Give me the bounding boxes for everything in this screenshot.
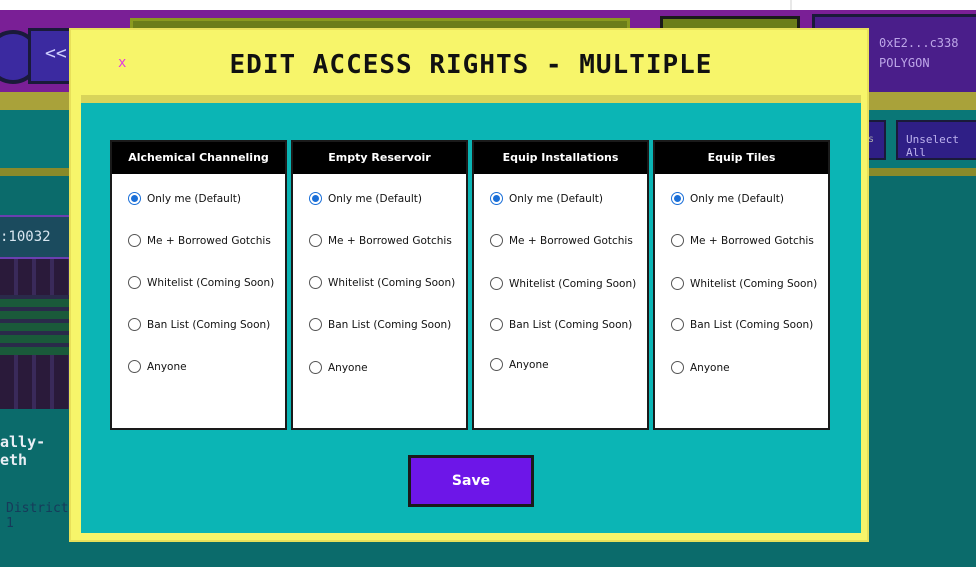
radio-button[interactable] bbox=[128, 360, 141, 373]
parcel-image-detail bbox=[0, 295, 70, 355]
wallet-address: 0xE2...c338 bbox=[879, 36, 959, 50]
option-only-me[interactable]: Only me (Default) bbox=[128, 192, 241, 205]
option-whitelist[interactable]: Whitelist (Coming Soon) bbox=[128, 276, 274, 289]
radio-button[interactable] bbox=[671, 361, 684, 374]
modal-body: Alchemical Channeling Only me (Default) … bbox=[81, 103, 861, 533]
option-label: Only me (Default) bbox=[690, 192, 784, 205]
option-only-me[interactable]: Only me (Default) bbox=[671, 192, 784, 205]
column-title: Empty Reservoir bbox=[293, 142, 466, 174]
option-label: Me + Borrowed Gotchis bbox=[509, 234, 633, 247]
radio-button[interactable] bbox=[309, 192, 322, 205]
radio-button[interactable] bbox=[309, 276, 322, 289]
top-strip bbox=[0, 0, 976, 10]
option-me-borrowed[interactable]: Me + Borrowed Gotchis bbox=[309, 234, 452, 247]
radio-button[interactable] bbox=[671, 318, 684, 331]
option-anyone[interactable]: Anyone bbox=[490, 358, 549, 371]
option-label: Whitelist (Coming Soon) bbox=[328, 276, 456, 289]
column-title: Equip Tiles bbox=[655, 142, 828, 174]
option-anyone[interactable]: Anyone bbox=[671, 361, 730, 374]
wallet-network: POLYGON bbox=[879, 56, 930, 70]
option-only-me[interactable]: Only me (Default) bbox=[309, 192, 422, 205]
radio-button[interactable] bbox=[490, 358, 503, 371]
save-button[interactable]: Save bbox=[408, 455, 534, 507]
option-ban-list[interactable]: Ban List (Coming Soon) bbox=[309, 318, 451, 331]
column-title: Alchemical Channeling bbox=[112, 142, 285, 174]
option-ban-list[interactable]: Ban List (Coming Soon) bbox=[671, 318, 813, 331]
option-label: Me + Borrowed Gotchis bbox=[690, 234, 814, 247]
option-anyone[interactable]: Anyone bbox=[309, 361, 368, 374]
edit-access-rights-modal: x EDIT ACCESS RIGHTS - MULTIPLE Alchemic… bbox=[69, 28, 869, 542]
option-only-me[interactable]: Only me (Default) bbox=[490, 192, 603, 205]
option-label: Whitelist (Coming Soon) bbox=[147, 276, 275, 289]
option-label: Anyone bbox=[147, 360, 187, 373]
option-whitelist[interactable]: Whitelist (Coming Soon) bbox=[671, 277, 817, 290]
option-label: Ban List (Coming Soon) bbox=[328, 318, 452, 331]
radio-button[interactable] bbox=[490, 277, 503, 290]
option-whitelist[interactable]: Whitelist (Coming Soon) bbox=[309, 276, 455, 289]
parcel-district: District: 1 bbox=[6, 501, 77, 531]
radio-button[interactable] bbox=[128, 318, 141, 331]
strip-divider bbox=[790, 0, 792, 10]
option-label: Only me (Default) bbox=[328, 192, 422, 205]
option-label: Me + Borrowed Gotchis bbox=[147, 234, 271, 247]
parcel-id: :10032 bbox=[0, 215, 70, 259]
parcel-name: ally-eth bbox=[0, 433, 46, 469]
radio-button[interactable] bbox=[128, 276, 141, 289]
radio-button[interactable] bbox=[671, 234, 684, 247]
column-title: Equip Installations bbox=[474, 142, 647, 174]
option-ban-list[interactable]: Ban List (Coming Soon) bbox=[128, 318, 270, 331]
radio-button[interactable] bbox=[671, 192, 684, 205]
radio-button[interactable] bbox=[128, 234, 141, 247]
access-column-equip-tiles: Equip Tiles Only me (Default) Me + Borro… bbox=[653, 140, 830, 430]
option-label: Ban List (Coming Soon) bbox=[147, 318, 271, 331]
parcel-card[interactable]: :10032 ally-eth District: 1 bbox=[0, 215, 76, 535]
option-label: Ban List (Coming Soon) bbox=[690, 318, 814, 331]
option-anyone[interactable]: Anyone bbox=[128, 360, 187, 373]
option-label: Only me (Default) bbox=[509, 192, 603, 205]
access-column-empty-reservoir: Empty Reservoir Only me (Default) Me + B… bbox=[291, 140, 468, 430]
option-ban-list[interactable]: Ban List (Coming Soon) bbox=[490, 318, 632, 331]
access-column-equip-installations: Equip Installations Only me (Default) Me… bbox=[472, 140, 649, 430]
option-label: Anyone bbox=[328, 361, 368, 374]
modal-title: EDIT ACCESS RIGHTS - MULTIPLE bbox=[229, 50, 713, 80]
option-whitelist[interactable]: Whitelist (Coming Soon) bbox=[490, 277, 636, 290]
option-label: Whitelist (Coming Soon) bbox=[509, 277, 637, 290]
modal-divider bbox=[81, 95, 861, 103]
radio-button[interactable] bbox=[490, 318, 503, 331]
radio-button[interactable] bbox=[309, 318, 322, 331]
option-label: Anyone bbox=[509, 358, 549, 371]
radio-button[interactable] bbox=[309, 361, 322, 374]
option-me-borrowed[interactable]: Me + Borrowed Gotchis bbox=[490, 234, 633, 247]
radio-button[interactable] bbox=[309, 234, 322, 247]
access-column-alchemical-channeling: Alchemical Channeling Only me (Default) … bbox=[110, 140, 287, 430]
option-label: Anyone bbox=[690, 361, 730, 374]
radio-button[interactable] bbox=[490, 192, 503, 205]
option-me-borrowed[interactable]: Me + Borrowed Gotchis bbox=[128, 234, 271, 247]
option-label: Only me (Default) bbox=[147, 192, 241, 205]
option-label: Whitelist (Coming Soon) bbox=[690, 277, 818, 290]
option-label: Me + Borrowed Gotchis bbox=[328, 234, 452, 247]
radio-button[interactable] bbox=[671, 277, 684, 290]
unselect-all-button[interactable]: Unselect All bbox=[896, 120, 976, 160]
radio-button[interactable] bbox=[128, 192, 141, 205]
option-label: Ban List (Coming Soon) bbox=[509, 318, 633, 331]
option-me-borrowed[interactable]: Me + Borrowed Gotchis bbox=[671, 234, 814, 247]
radio-button[interactable] bbox=[490, 234, 503, 247]
